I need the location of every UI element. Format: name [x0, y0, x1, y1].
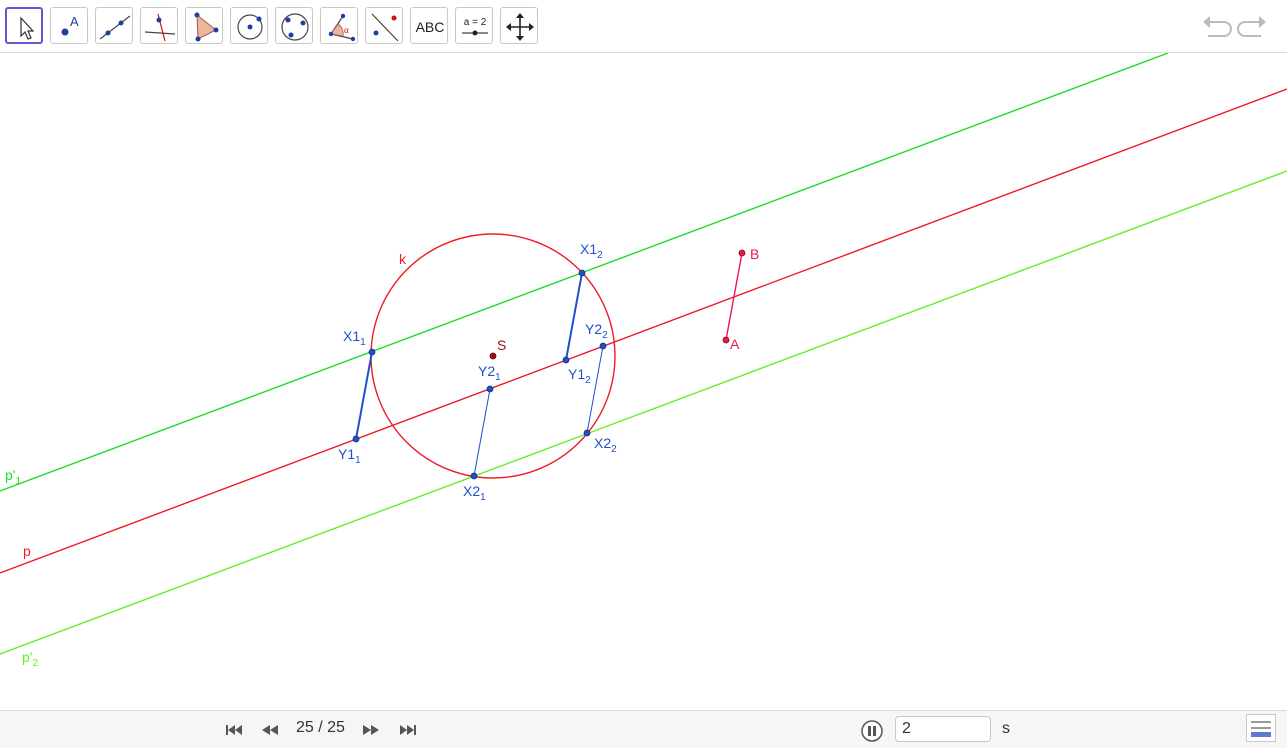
circle-tool-button[interactable]	[230, 7, 268, 44]
slider-tool-glyph: a = 2	[464, 17, 487, 28]
label-p2-sub: 2	[32, 658, 38, 669]
label-p1-main: p'	[5, 467, 15, 483]
toolbar: A α ABC a = 2	[0, 0, 1287, 53]
label-x2-1: X21	[463, 483, 486, 503]
move-tool-button[interactable]	[5, 7, 43, 44]
text-tool-button[interactable]: ABC	[410, 7, 448, 44]
reflect-about-line-icon	[371, 13, 399, 42]
redo-icon[interactable]	[1237, 12, 1269, 40]
text-tool-glyph: ABC	[416, 19, 445, 35]
label-x2-2: X22	[594, 435, 617, 455]
label-k: k	[399, 251, 407, 267]
label-y2-2-main: Y2	[585, 321, 602, 337]
label-x2-1-sub: 1	[480, 492, 486, 503]
point-b[interactable]	[738, 249, 746, 257]
label-x1-2: X12	[580, 241, 603, 261]
polygon-icon	[194, 12, 219, 42]
move-graphics-view-tool-button[interactable]	[500, 7, 538, 44]
undo-icon[interactable]	[1200, 12, 1232, 40]
algebra-view-toggle[interactable]	[1246, 714, 1276, 742]
perpendicular-line-icon	[144, 13, 176, 42]
first-step-icon[interactable]	[223, 721, 245, 739]
point-x1-2[interactable]	[578, 269, 586, 277]
segment-x1-1-y1-1[interactable]	[355, 351, 373, 440]
line-icon	[99, 15, 131, 40]
label-y2-1-main: Y2	[478, 363, 495, 379]
line-tool-button[interactable]	[95, 7, 133, 44]
speed-unit-label: s	[1002, 720, 1010, 737]
label-y1-2: Y12	[568, 366, 591, 386]
label-a: A	[730, 336, 740, 352]
label-x2-2-main: X2	[594, 435, 611, 451]
point-y1-2[interactable]	[562, 356, 570, 364]
point-tool-button[interactable]: A	[50, 7, 88, 44]
perpendicular-tool-button[interactable]	[140, 7, 178, 44]
label-p1: p'1	[5, 467, 21, 487]
segment-x1-2-y1-2[interactable]	[565, 272, 583, 361]
label-y2-2-sub: 2	[602, 330, 608, 341]
animation-speed-input[interactable]	[895, 716, 991, 742]
segment-ab[interactable]	[725, 252, 743, 341]
point-icon: A	[61, 14, 79, 36]
label-p2-main: p'	[22, 649, 32, 665]
construction-protocol-navigation: 25 / 25 s	[0, 710, 1287, 748]
point-y1-1[interactable]	[352, 435, 360, 443]
circle-center-point-icon	[237, 14, 263, 40]
point-a[interactable]	[722, 336, 730, 344]
label-x2-2-sub: 2	[611, 444, 617, 455]
slider-icon: a = 2	[462, 17, 488, 36]
move-arrows-icon	[506, 13, 534, 41]
step-counter: 25 / 25	[296, 719, 345, 736]
point-y2-2[interactable]	[599, 342, 607, 350]
label-x2-1-main: X2	[463, 483, 480, 499]
label-b: B	[750, 246, 759, 262]
circle-three-points-icon	[281, 13, 309, 41]
next-step-icon[interactable]	[360, 721, 382, 739]
conic-tool-button[interactable]	[275, 7, 313, 44]
algebra-view-icon	[1251, 721, 1271, 737]
label-p2: p'2	[22, 649, 38, 669]
label-y1-1: Y11	[338, 446, 361, 466]
point-x2-2[interactable]	[583, 429, 591, 437]
text-icon: ABC	[416, 19, 445, 35]
label-y2-1: Y21	[478, 363, 501, 383]
point-s[interactable]	[489, 352, 497, 360]
label-y1-2-main: Y1	[568, 366, 585, 382]
point-y2-1[interactable]	[486, 385, 494, 393]
label-s: S	[497, 337, 506, 353]
segment-x2-2-y2-2[interactable]	[586, 345, 604, 434]
label-y1-2-sub: 2	[585, 375, 591, 386]
point-tool-glyph: A	[70, 14, 79, 29]
angle-tool-glyph: α	[344, 25, 349, 35]
pause-icon[interactable]	[860, 719, 884, 743]
label-x1-1: X11	[343, 328, 366, 348]
label-y2-1-sub: 1	[495, 372, 501, 383]
label-y1-1-main: Y1	[338, 446, 355, 462]
last-step-icon[interactable]	[397, 721, 419, 739]
angle-tool-button[interactable]: α	[320, 7, 358, 44]
point-x2-1[interactable]	[470, 472, 478, 480]
segment-x2-1-y2-1[interactable]	[473, 388, 491, 477]
slider-tool-button[interactable]: a = 2	[455, 7, 493, 44]
label-p: p	[23, 543, 31, 559]
previous-step-icon[interactable]	[259, 721, 281, 739]
line-p[interactable]	[0, 88, 1287, 574]
label-y1-1-sub: 1	[355, 455, 361, 466]
graphics-view[interactable]: k S A B p p'1 p'2 X11 Y11 X21 Y21 X12 Y1…	[0, 53, 1287, 710]
reflect-tool-button[interactable]	[365, 7, 403, 44]
point-x1-1[interactable]	[368, 348, 376, 356]
arrow-cursor-icon	[20, 16, 35, 40]
label-p1-sub: 1	[15, 476, 21, 487]
polygon-tool-button[interactable]	[185, 7, 223, 44]
label-x1-2-sub: 2	[597, 250, 603, 261]
label-y2-2: Y22	[585, 321, 608, 341]
angle-icon: α	[328, 13, 356, 42]
label-x1-1-sub: 1	[360, 337, 366, 348]
label-x1-1-main: X1	[343, 328, 360, 344]
label-x1-2-main: X1	[580, 241, 597, 257]
line-p2[interactable]	[0, 170, 1287, 655]
